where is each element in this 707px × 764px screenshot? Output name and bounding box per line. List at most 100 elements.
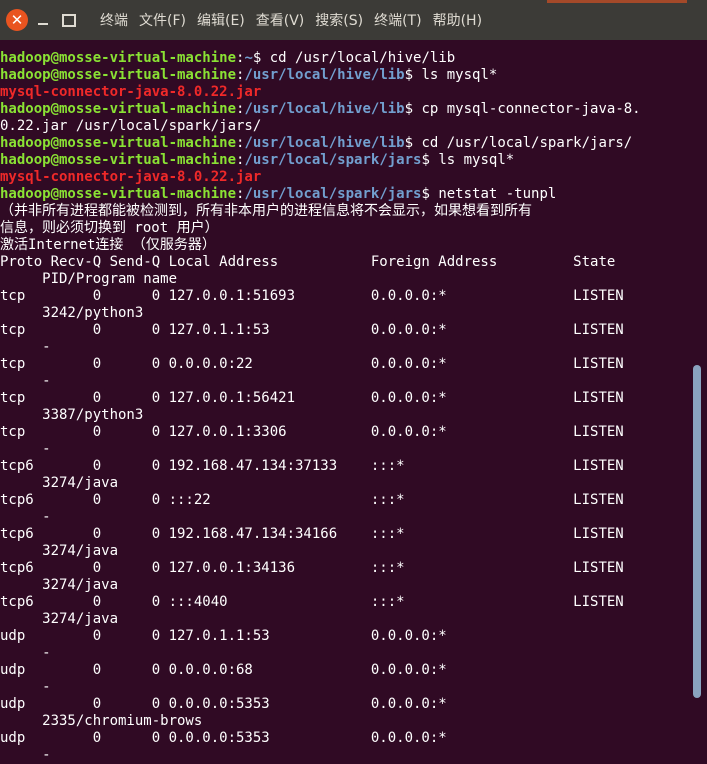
terminal-line: 3274/java [0, 475, 690, 492]
terminal-line: tcp 0 0 127.0.1.1:53 0.0.0.0:* LISTEN [0, 322, 690, 339]
terminal-text: （并非所有进程都能被检测到，所有非本用户的进程信息将不会显示，如果想看到所有 [0, 203, 532, 219]
minimize-glyph [38, 23, 48, 25]
menu-item-6[interactable]: 帮助(H) [433, 10, 482, 30]
terminal-line: udp 0 0 127.0.1.1:53 0.0.0.0:* [0, 628, 690, 645]
menu-item-2[interactable]: 编辑(E) [197, 10, 245, 30]
window-accent-bar [547, 0, 687, 3]
terminal-line: hadoop@mosse-virtual-machine:/usr/local/… [0, 186, 690, 203]
terminal-text: - [0, 679, 51, 695]
terminal-text: tcp6 0 0 192.168.47.134:37133 :::* LISTE… [0, 458, 624, 474]
terminal-text: /usr/local/hive/lib [244, 135, 405, 151]
terminal-text: tcp 0 0 127.0.0.1:56421 0.0.0.0:* LISTEN [0, 390, 624, 406]
terminal-text: tcp 0 0 127.0.1.1:53 0.0.0.0:* LISTEN [0, 322, 624, 338]
terminal-text: tcp6 0 0 :::22 :::* LISTEN [0, 492, 624, 508]
terminal-text: tcp6 0 0 :::4040 :::* LISTEN [0, 594, 624, 610]
terminal-text: 2335/chromium-brows [0, 713, 203, 729]
terminal-text: tcp6 0 0 127.0.0.1:34136 :::* LISTEN [0, 560, 624, 576]
terminal-line: hadoop@mosse-virtual-machine:/usr/local/… [0, 152, 690, 169]
terminal-text: - [0, 373, 51, 389]
terminal-line: hadoop@mosse-virtual-machine:~$ cd /usr/… [0, 50, 690, 67]
terminal-line: 0.22.jar /usr/local/spark/jars/ [0, 118, 690, 135]
terminal-text: Proto Recv-Q Send-Q Local Address Foreig… [0, 254, 616, 270]
terminal-line: tcp6 0 0 :::4040 :::* LISTEN [0, 594, 690, 611]
terminal-output[interactable]: hadoop@mosse-virtual-machine:~$ cd /usr/… [0, 50, 690, 764]
terminal-text: - [0, 441, 51, 457]
terminal-line: - [0, 339, 690, 356]
terminal-text: 3387/python3 [0, 407, 144, 423]
terminal-line: 3242/python3 [0, 305, 690, 322]
terminal-text: /usr/local/spark/jars [244, 186, 422, 202]
terminal-text: PID/Program name [0, 271, 178, 287]
terminal-line: PID/Program name [0, 271, 690, 288]
terminal-line: - [0, 509, 690, 526]
terminal-text: 0.22.jar /usr/local/spark/jars/ [0, 118, 262, 134]
terminal-text: - [0, 645, 51, 661]
terminal-line: 3387/python3 [0, 407, 690, 424]
terminal-text: $ ls mysql* [404, 67, 498, 83]
terminal-line: tcp 0 0 127.0.0.1:3306 0.0.0.0:* LISTEN [0, 424, 690, 441]
terminal-line: - [0, 645, 690, 662]
window-controls: ✕ [6, 9, 84, 31]
terminal-text: hadoop@mosse-virtual-machine [0, 67, 237, 83]
terminal-text: - [0, 509, 51, 525]
terminal-text: tcp6 0 0 192.168.47.134:34166 :::* LISTE… [0, 526, 624, 542]
terminal-text: /usr/local/hive/lib [244, 67, 405, 83]
terminal-text: $ ls mysql* [421, 152, 515, 168]
terminal-line: tcp 0 0 127.0.0.1:51693 0.0.0.0:* LISTEN [0, 288, 690, 305]
terminal-text: mysql-connector-java-8.0.22.jar [0, 84, 262, 100]
terminal-text: - [0, 747, 51, 763]
terminal-text: tcp 0 0 127.0.0.1:51693 0.0.0.0:* LISTEN [0, 288, 624, 304]
terminal-line: - [0, 373, 690, 390]
menu-item-4[interactable]: 搜索(S) [315, 10, 363, 30]
menu-item-3[interactable]: 查看(V) [256, 10, 305, 30]
close-icon[interactable]: ✕ [6, 9, 28, 31]
terminal-text: 3274/java [0, 577, 119, 593]
terminal-line: mysql-connector-java-8.0.22.jar [0, 84, 690, 101]
terminal-line: tcp6 0 0 127.0.0.1:34136 :::* LISTEN [0, 560, 690, 577]
terminal-text: $ cd /usr/local/spark/jars/ [404, 135, 633, 151]
terminal-text: mysql-connector-java-8.0.22.jar [0, 169, 262, 185]
maximize-icon[interactable] [58, 9, 80, 31]
terminal-line: tcp6 0 0 :::22 :::* LISTEN [0, 492, 690, 509]
menu-item-0[interactable]: 终端 [100, 10, 128, 30]
terminal-line: 3274/java [0, 611, 690, 628]
menu-item-5[interactable]: 终端(T) [374, 10, 421, 30]
scrollbar[interactable] [693, 40, 701, 764]
terminal-line: 3274/java [0, 577, 690, 594]
terminal-line: udp 0 0 0.0.0.0:5353 0.0.0.0:* [0, 696, 690, 713]
menu-item-1[interactable]: 文件(F) [139, 10, 186, 30]
scrollbar-thumb[interactable] [693, 365, 701, 698]
terminal-line: 3274/java [0, 543, 690, 560]
terminal-text: tcp 0 0 0.0.0.0:22 0.0.0.0:* LISTEN [0, 356, 624, 372]
terminal-text: hadoop@mosse-virtual-machine [0, 152, 237, 168]
terminal-line: udp 0 0 0.0.0.0:68 0.0.0.0:* [0, 662, 690, 679]
terminal-line: hadoop@mosse-virtual-machine:/usr/local/… [0, 67, 690, 84]
terminal-text: hadoop@mosse-virtual-machine [0, 135, 237, 151]
terminal-text: tcp 0 0 127.0.0.1:3306 0.0.0.0:* LISTEN [0, 424, 624, 440]
terminal-line: - [0, 441, 690, 458]
terminal-text: 信息，则必须切换到 root 用户） [0, 220, 219, 236]
terminal-text: 3274/java [0, 611, 119, 627]
terminal-text: - [0, 339, 51, 355]
terminal-line: （并非所有进程都能被检测到，所有非本用户的进程信息将不会显示，如果想看到所有 [0, 203, 690, 220]
menu-list: 终端 文件(F) 编辑(E) 查看(V) 搜索(S) 终端(T) 帮助(H) [100, 10, 493, 30]
maximize-glyph [62, 13, 76, 27]
terminal-text: hadoop@mosse-virtual-machine [0, 50, 237, 66]
terminal-line: tcp6 0 0 192.168.47.134:37133 :::* LISTE… [0, 458, 690, 475]
terminal-text: /usr/local/hive/lib [244, 101, 405, 117]
terminal-line: 2335/chromium-brows [0, 713, 690, 730]
terminal-line: 激活Internet连接 （仅服务器） [0, 237, 690, 254]
terminal-line: tcp 0 0 127.0.0.1:56421 0.0.0.0:* LISTEN [0, 390, 690, 407]
terminal-line: hadoop@mosse-virtual-machine:/usr/local/… [0, 135, 690, 152]
terminal-line: tcp6 0 0 192.168.47.134:34166 :::* LISTE… [0, 526, 690, 543]
terminal-line: tcp 0 0 0.0.0.0:22 0.0.0.0:* LISTEN [0, 356, 690, 373]
terminal-line: mysql-connector-java-8.0.22.jar [0, 169, 690, 186]
terminal-text: /usr/local/spark/jars [244, 152, 422, 168]
terminal-text: hadoop@mosse-virtual-machine [0, 101, 237, 117]
minimize-icon[interactable] [32, 9, 54, 31]
terminal-text: ~ [244, 50, 253, 66]
terminal-text: udp 0 0 0.0.0.0:5353 0.0.0.0:* [0, 730, 447, 746]
terminal-text: $ netstat -tunpl [421, 186, 557, 202]
terminal-text: udp 0 0 0.0.0.0:5353 0.0.0.0:* [0, 696, 447, 712]
terminal-text: 3274/java [0, 543, 119, 559]
